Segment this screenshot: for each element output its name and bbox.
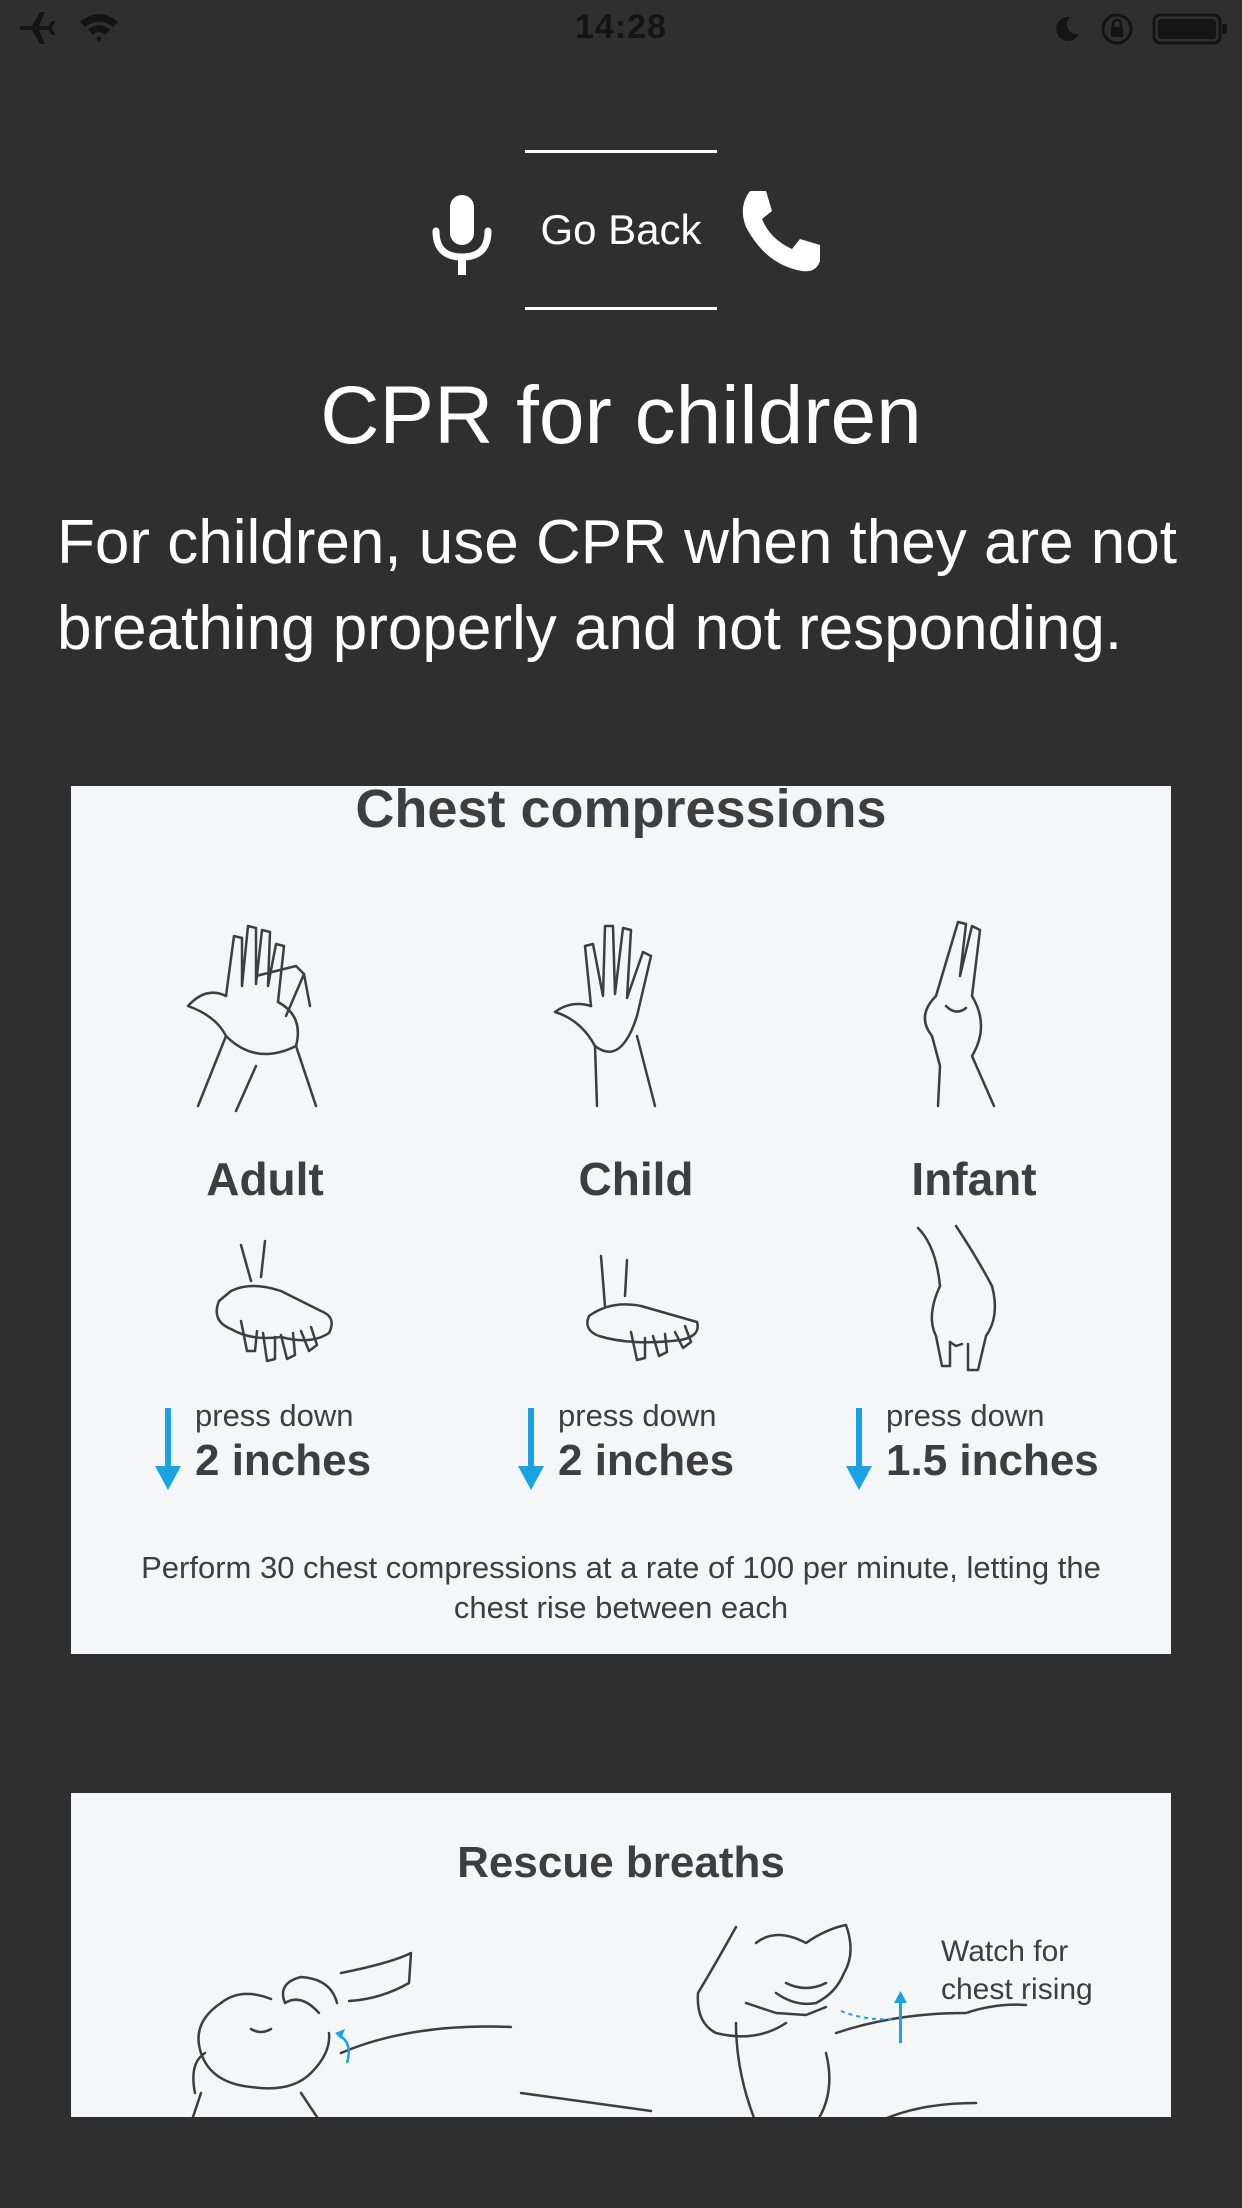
infant-fingers-on-chest-illustration	[916, 1224, 997, 1372]
adult-hands-on-chest-illustration	[215, 1239, 333, 1363]
page-title: CPR for children	[320, 370, 922, 461]
top-nav: Go Back	[0, 145, 1242, 315]
down-arrow-icon	[155, 1408, 181, 1490]
status-bar: 14:28	[0, 0, 1242, 60]
moon-icon	[1056, 16, 1079, 41]
phone-icon[interactable]	[736, 187, 824, 275]
adult-two-hands-illustration	[186, 924, 318, 1113]
press-down-text: press down	[886, 1398, 1045, 1433]
infant-label: Infant	[911, 1153, 1037, 1205]
adult-label: Adult	[206, 1153, 324, 1205]
watch-label-line1: Watch for	[941, 1935, 1069, 1968]
press-amount: 1.5 inches	[886, 1436, 1099, 1485]
microphone-icon[interactable]	[430, 195, 494, 277]
press-down-text: press down	[558, 1398, 717, 1433]
child-press-depth: press down 2 inches	[516, 1398, 816, 1498]
watch-chest-label: Watch for chest rising	[941, 1933, 1093, 2009]
intro-text: For children, use CPR when they are not …	[57, 508, 1177, 663]
cpr-children-screen: 14:28 Go Back CPR for children For child…	[0, 0, 1242, 2208]
status-bar-right	[1052, 12, 1228, 46]
down-arrow-icon	[846, 1408, 872, 1490]
adult-press-depth: press down 2 inches	[153, 1398, 453, 1498]
compressions-instruction: Perform 30 chest compressions at a rate …	[141, 1550, 1101, 1625]
orientation-lock-icon	[1101, 13, 1133, 45]
child-hand-on-chest-illustration	[586, 1254, 699, 1362]
child-one-hand-illustration	[553, 924, 657, 1108]
rescue-breaths-image: Rescue breaths Watch for chest rising	[71, 1793, 1171, 2117]
child-label: Child	[578, 1153, 694, 1205]
watch-label-line2: chest rising	[941, 1973, 1093, 2006]
press-amount: 2 inches	[195, 1436, 372, 1485]
head-tilt-chin-lift-illustration	[191, 1951, 653, 2117]
down-arrow-icon	[518, 1408, 544, 1490]
infant-two-fingers-illustration	[923, 920, 996, 1108]
press-amount: 2 inches	[558, 1436, 735, 1485]
press-down-text: press down	[195, 1398, 354, 1433]
battery-icon	[1152, 13, 1227, 45]
compressions-heading: Chest compressions	[355, 786, 887, 839]
go-back-button[interactable]: Go Back	[525, 150, 717, 310]
infant-press-depth: press down 1.5 inches	[844, 1398, 1144, 1498]
chest-compressions-image: Chest compressions Adult Child Infant pr…	[71, 786, 1171, 1654]
breaths-heading: Rescue breaths	[457, 1838, 785, 1887]
